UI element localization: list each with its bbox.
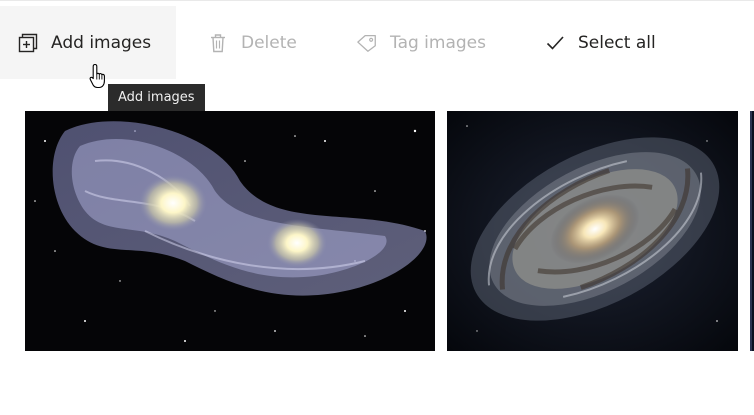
add-images-label: Add images <box>51 32 152 53</box>
spiral-galaxy-thumbnail[interactable] <box>447 111 738 351</box>
image-gallery-page: Add images Delete Tag images Select all … <box>0 0 754 415</box>
image-grid <box>0 111 754 351</box>
partial-thumbnail[interactable] <box>750 111 754 351</box>
select-all-label: Select all <box>578 32 656 53</box>
tag-images-label: Tag images <box>390 32 486 53</box>
hand-cursor-icon <box>89 63 109 89</box>
trash-icon <box>207 32 229 54</box>
add-image-icon <box>17 32 39 54</box>
top-divider <box>0 0 754 1</box>
tag-images-button[interactable]: Tag images <box>354 6 504 79</box>
delete-button[interactable]: Delete <box>205 6 315 79</box>
checkmark-icon <box>544 32 566 54</box>
add-images-button[interactable]: Add images <box>0 6 176 79</box>
add-images-tooltip: Add images <box>108 84 205 112</box>
tag-icon <box>356 32 378 54</box>
gallery-toolbar: Add images Delete Tag images Select all <box>0 6 754 79</box>
galaxy-collision-thumbnail[interactable] <box>25 111 435 351</box>
select-all-button[interactable]: Select all <box>544 6 674 79</box>
delete-label: Delete <box>241 32 297 53</box>
